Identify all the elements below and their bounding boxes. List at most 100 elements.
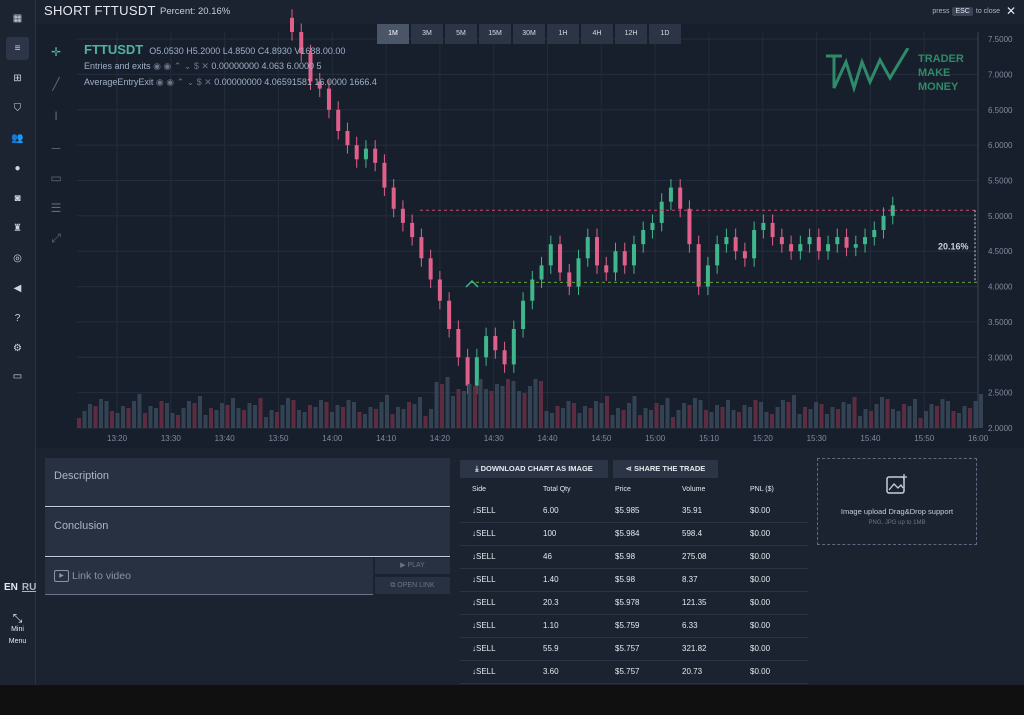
volume-bar: [275, 412, 279, 428]
candle: [521, 300, 526, 329]
pct-change-label: 20.16%: [938, 241, 969, 251]
fibonacci-icon[interactable]: ☰: [46, 198, 66, 218]
mini-menu-button[interactable]: ⤡ Mini Menu: [0, 612, 35, 648]
volume-bar: [973, 401, 978, 428]
indicator-controls-icon[interactable]: ◉ ◉ ⌃ ⌄ $ ✕: [156, 77, 212, 87]
volume-bar: [181, 408, 186, 428]
indicator-controls-icon[interactable]: ◉ ◉ ⌃ ⌄ $ ✕: [153, 61, 209, 71]
volume-bar: [583, 406, 587, 428]
volume-bar: [671, 417, 675, 428]
volume-bar: [935, 406, 939, 428]
candle: [290, 17, 294, 32]
side-label: SELL: [476, 529, 496, 538]
timeframe-5m[interactable]: 5M: [445, 24, 477, 44]
time-tick-label: 14:10: [376, 434, 397, 443]
volume-bar: [115, 413, 120, 428]
table-row[interactable]: ↓SELL 100 $5.984 598.4 $0.00: [460, 523, 808, 546]
candle: [326, 88, 331, 110]
row-qty: 55.9: [543, 644, 559, 653]
row-volume: 6.33: [682, 621, 698, 630]
conclusion-field[interactable]: Conclusion: [45, 508, 450, 557]
volume-bar: [830, 407, 835, 428]
table-row[interactable]: ↓SELL 6.00 $5.985 35.91 $0.00: [460, 500, 808, 523]
table-row[interactable]: ↓SELL 1.10 $5.759 6.33 $0.00: [460, 615, 808, 638]
table-row[interactable]: ↓SELL 3.60 $5.757 20.73 $0.00: [460, 661, 808, 684]
description-field[interactable]: Description: [45, 458, 450, 507]
table-row[interactable]: ↓SELL 20.3 $5.978 121.35 $0.00: [460, 592, 808, 615]
hline-icon[interactable]: ─: [46, 138, 66, 158]
trades-table: Side Total Qty Price Volume PNL ($) ↓SEL…: [460, 480, 808, 684]
indicator-1-label: Entries and exits: [84, 61, 151, 71]
timeframe-1d[interactable]: 1D: [649, 24, 681, 44]
volume-bar: [456, 389, 461, 428]
candle: [779, 237, 784, 245]
candle: [382, 162, 387, 188]
row-volume: 20.73: [682, 667, 703, 676]
open-link-button[interactable]: ⧉ OPEN LINK: [375, 577, 450, 594]
volume-bar: [121, 406, 125, 428]
timeframe-15m[interactable]: 15M: [479, 24, 511, 44]
timeframe-1h[interactable]: 1H: [547, 24, 579, 44]
video-link-field[interactable]: ▶ Link to video: [45, 558, 373, 595]
text-cursor-icon[interactable]: I: [46, 106, 66, 126]
volume-bar: [390, 414, 395, 428]
download-label: DOWNLOAD CHART AS IMAGE: [480, 464, 593, 473]
timeframe-3m[interactable]: 3M: [411, 24, 443, 44]
volume-bar: [187, 401, 191, 428]
table-row[interactable]: ↓SELL 1.40 $5.98 8.37 $0.00: [460, 569, 808, 592]
time-tick-label: 15:10: [699, 434, 720, 443]
volume-bar: [242, 410, 246, 428]
volume-bar: [429, 409, 433, 428]
volume-bar: [621, 410, 626, 428]
volume-bar: [836, 409, 840, 428]
time-tick-label: 15:00: [645, 434, 666, 443]
logo-line3: MONEY: [918, 81, 959, 93]
table-row[interactable]: ↓SELL 46 $5.98 275.08 $0.00: [460, 546, 808, 569]
volume-bar: [506, 379, 510, 428]
open-link-label: OPEN LINK: [397, 582, 435, 589]
volume-bar: [632, 396, 637, 428]
conclusion-label: Conclusion: [54, 520, 109, 532]
download-chart-button[interactable]: ⤓ DOWNLOAD CHART AS IMAGE: [460, 460, 608, 478]
rectangle-icon[interactable]: ▭: [46, 168, 66, 188]
volume-bar: [594, 401, 598, 428]
play-button[interactable]: ▶ PLAY: [375, 558, 450, 574]
crosshair-icon[interactable]: ✛: [46, 42, 66, 62]
timeframe-30m[interactable]: 30M: [513, 24, 545, 44]
candle: [354, 145, 359, 160]
table-row[interactable]: ↓SELL 55.9 $5.757 321.82 $0.00: [460, 638, 808, 661]
volume-bar: [968, 408, 972, 428]
table-header: Side Total Qty Price Volume PNL ($): [460, 480, 808, 500]
lang-en[interactable]: EN: [4, 582, 18, 593]
row-qty: 100: [543, 529, 557, 538]
price-tick-label: 5.5000: [988, 177, 1013, 186]
volume-bar: [225, 405, 230, 428]
timeframe-12h[interactable]: 12H: [615, 24, 647, 44]
trendline-icon[interactable]: ╱: [46, 74, 66, 94]
candle: [595, 237, 599, 266]
price-tick-label: 2.0000: [988, 424, 1013, 433]
volume-bar: [104, 401, 109, 428]
candle: [844, 237, 849, 248]
volume-bar: [357, 412, 362, 428]
lang-ru[interactable]: RU: [22, 582, 36, 593]
volume-bar: [896, 411, 901, 428]
language-switch[interactable]: EN RU: [4, 582, 40, 593]
volume-bar: [93, 406, 98, 428]
fullscreen-icon[interactable]: ⤢: [46, 228, 66, 248]
share-trade-button[interactable]: ⋖ SHARE THE TRADE: [613, 460, 718, 478]
volume-bar: [346, 400, 351, 428]
volume-bar: [880, 397, 884, 428]
image-upload-dropzone[interactable]: Image upload Drag&Drop support PNG, JPG …: [817, 458, 977, 545]
candle: [807, 237, 812, 245]
timeframe-1m[interactable]: 1M: [377, 24, 409, 44]
row-side: ↓SELL: [472, 598, 496, 607]
candle: [502, 350, 507, 365]
volume-bar: [627, 403, 631, 428]
volume-bar: [236, 408, 241, 428]
candle: [400, 208, 405, 223]
timeframe-4h[interactable]: 4H: [581, 24, 613, 44]
time-tick-label: 16:00: [968, 434, 989, 443]
volume-bar: [418, 397, 422, 428]
volume-bar: [544, 411, 549, 428]
